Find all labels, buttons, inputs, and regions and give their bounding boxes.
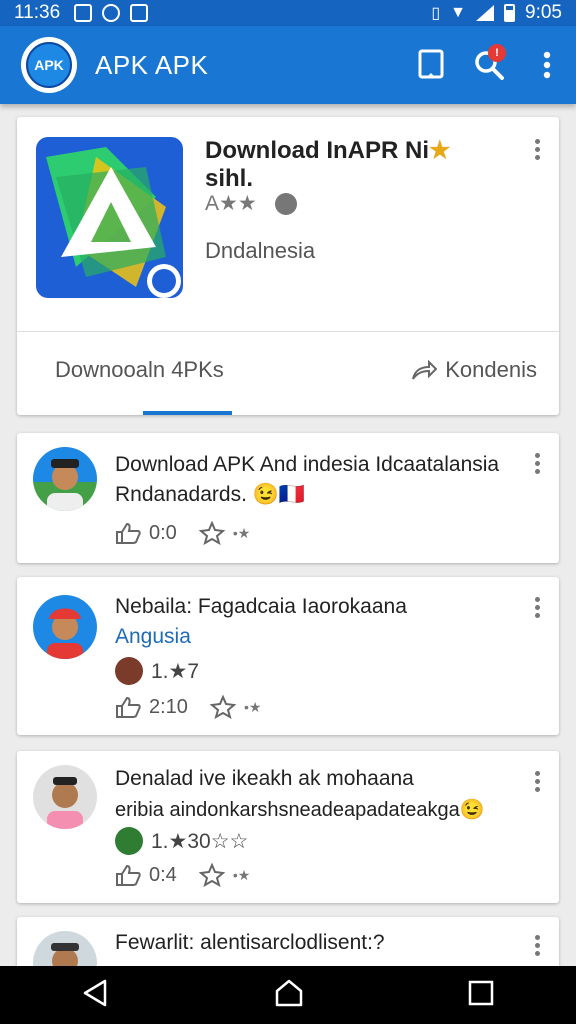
- app-title: APK APK: [95, 49, 209, 80]
- post-actions: 0:0 •★: [115, 521, 250, 545]
- logo-icon: APK: [26, 42, 72, 88]
- more-vert-icon[interactable]: [529, 935, 545, 956]
- post-card[interactable]: Denalad ive ikeakh ak mohaana eribia ain…: [17, 751, 559, 903]
- system-nav-bar: [0, 966, 576, 1024]
- post-meta: 1.★7: [115, 657, 199, 685]
- thumb-up-icon: [116, 522, 141, 544]
- more-vert-icon[interactable]: [529, 597, 545, 618]
- app-icon[interactable]: [36, 137, 183, 298]
- favorite-button[interactable]: •★: [209, 695, 261, 719]
- mini-avatar: [115, 657, 143, 685]
- status-time: 11:36: [14, 2, 61, 23]
- post-subtitle: Rndanadards. 😉🇫🇷: [115, 483, 306, 506]
- battery-icon: [504, 4, 516, 22]
- avatar[interactable]: [33, 595, 97, 659]
- app-rating: A★★: [205, 191, 297, 216]
- mini-avatar: [115, 827, 143, 855]
- post-actions: 2:10 •★: [115, 695, 261, 719]
- app-card: Download InAPR Ni★ sihl. A★★ Dndalnesia …: [17, 117, 559, 415]
- vibrate-icon: ▯: [431, 5, 441, 22]
- star-icon: [198, 521, 225, 545]
- notification-icon: [130, 4, 149, 22]
- more-vert-icon[interactable]: [529, 139, 545, 160]
- gallery-icon: [74, 4, 93, 22]
- recents-icon: [468, 980, 494, 1005]
- app-developer: Dndalnesia: [205, 238, 316, 263]
- thumb-up-icon: [116, 696, 141, 718]
- back-button[interactable]: [81, 978, 111, 1013]
- globe-icon: [274, 192, 297, 215]
- notification-badge: !: [488, 44, 506, 62]
- avatar[interactable]: [33, 765, 97, 829]
- share-button[interactable]: Kondenis: [411, 357, 537, 383]
- like-button[interactable]: 2:10: [115, 696, 188, 719]
- overflow-menu-button[interactable]: [518, 36, 576, 94]
- app-bar: APK APK APK !: [0, 26, 576, 104]
- post-card[interactable]: Download APK And indesia Idcaatalansia R…: [17, 433, 559, 563]
- post-subtitle: eribia aindonkarshsneadeapadateakga😉: [115, 799, 485, 821]
- bookmark-icon: [418, 49, 444, 79]
- divider: [17, 331, 559, 332]
- post-actions: 0:4 •★: [115, 863, 250, 887]
- shield-icon: [102, 4, 121, 22]
- more-vert-icon[interactable]: [529, 453, 545, 474]
- recents-button[interactable]: [467, 979, 495, 1012]
- more-vert-icon[interactable]: [529, 771, 545, 792]
- signal-icon: [476, 5, 495, 21]
- bookmark-button[interactable]: [402, 36, 460, 94]
- post-meta: 1.★30☆☆: [115, 827, 248, 855]
- post-title: Fewarlit: alentisarclodlisent:?: [115, 931, 385, 954]
- like-button[interactable]: 0:4: [115, 864, 177, 887]
- back-icon: [83, 979, 107, 1006]
- wifi-icon: ▼: [450, 4, 467, 21]
- post-card[interactable]: Nebaila: Fagadcaia Iaorokaana Angusia 1.…: [17, 577, 559, 735]
- post-subtitle[interactable]: Angusia: [115, 625, 191, 649]
- post-title: Download APK And indesia Idcaatalansia: [115, 453, 500, 476]
- tab-downloads[interactable]: Downooaln 4PKs: [55, 357, 224, 383]
- search-button[interactable]: !: [460, 36, 518, 94]
- star-icon: [198, 863, 225, 887]
- home-icon: [275, 979, 303, 1006]
- favorite-button[interactable]: •★: [198, 863, 250, 887]
- like-button[interactable]: 0:0: [115, 522, 177, 545]
- post-title: Denalad ive ikeakh ak mohaana: [115, 767, 414, 790]
- app-title-text: Download InAPR Ni★ sihl.: [205, 137, 451, 192]
- more-vert-icon: [543, 51, 551, 79]
- favorite-button[interactable]: •★: [198, 521, 250, 545]
- post-title: Nebaila: Fagadcaia Iaorokaana: [115, 595, 407, 618]
- status-bar: 11:36 ▯ ▼ 9:05: [0, 0, 576, 26]
- share-icon: [412, 359, 438, 380]
- status-clock: 9:05: [525, 2, 562, 23]
- tab-indicator: [143, 411, 232, 415]
- home-button[interactable]: [273, 978, 305, 1013]
- avatar[interactable]: [33, 447, 97, 511]
- thumb-up-icon: [116, 864, 141, 886]
- star-icon: [209, 695, 236, 719]
- app-logo[interactable]: APK: [21, 37, 77, 93]
